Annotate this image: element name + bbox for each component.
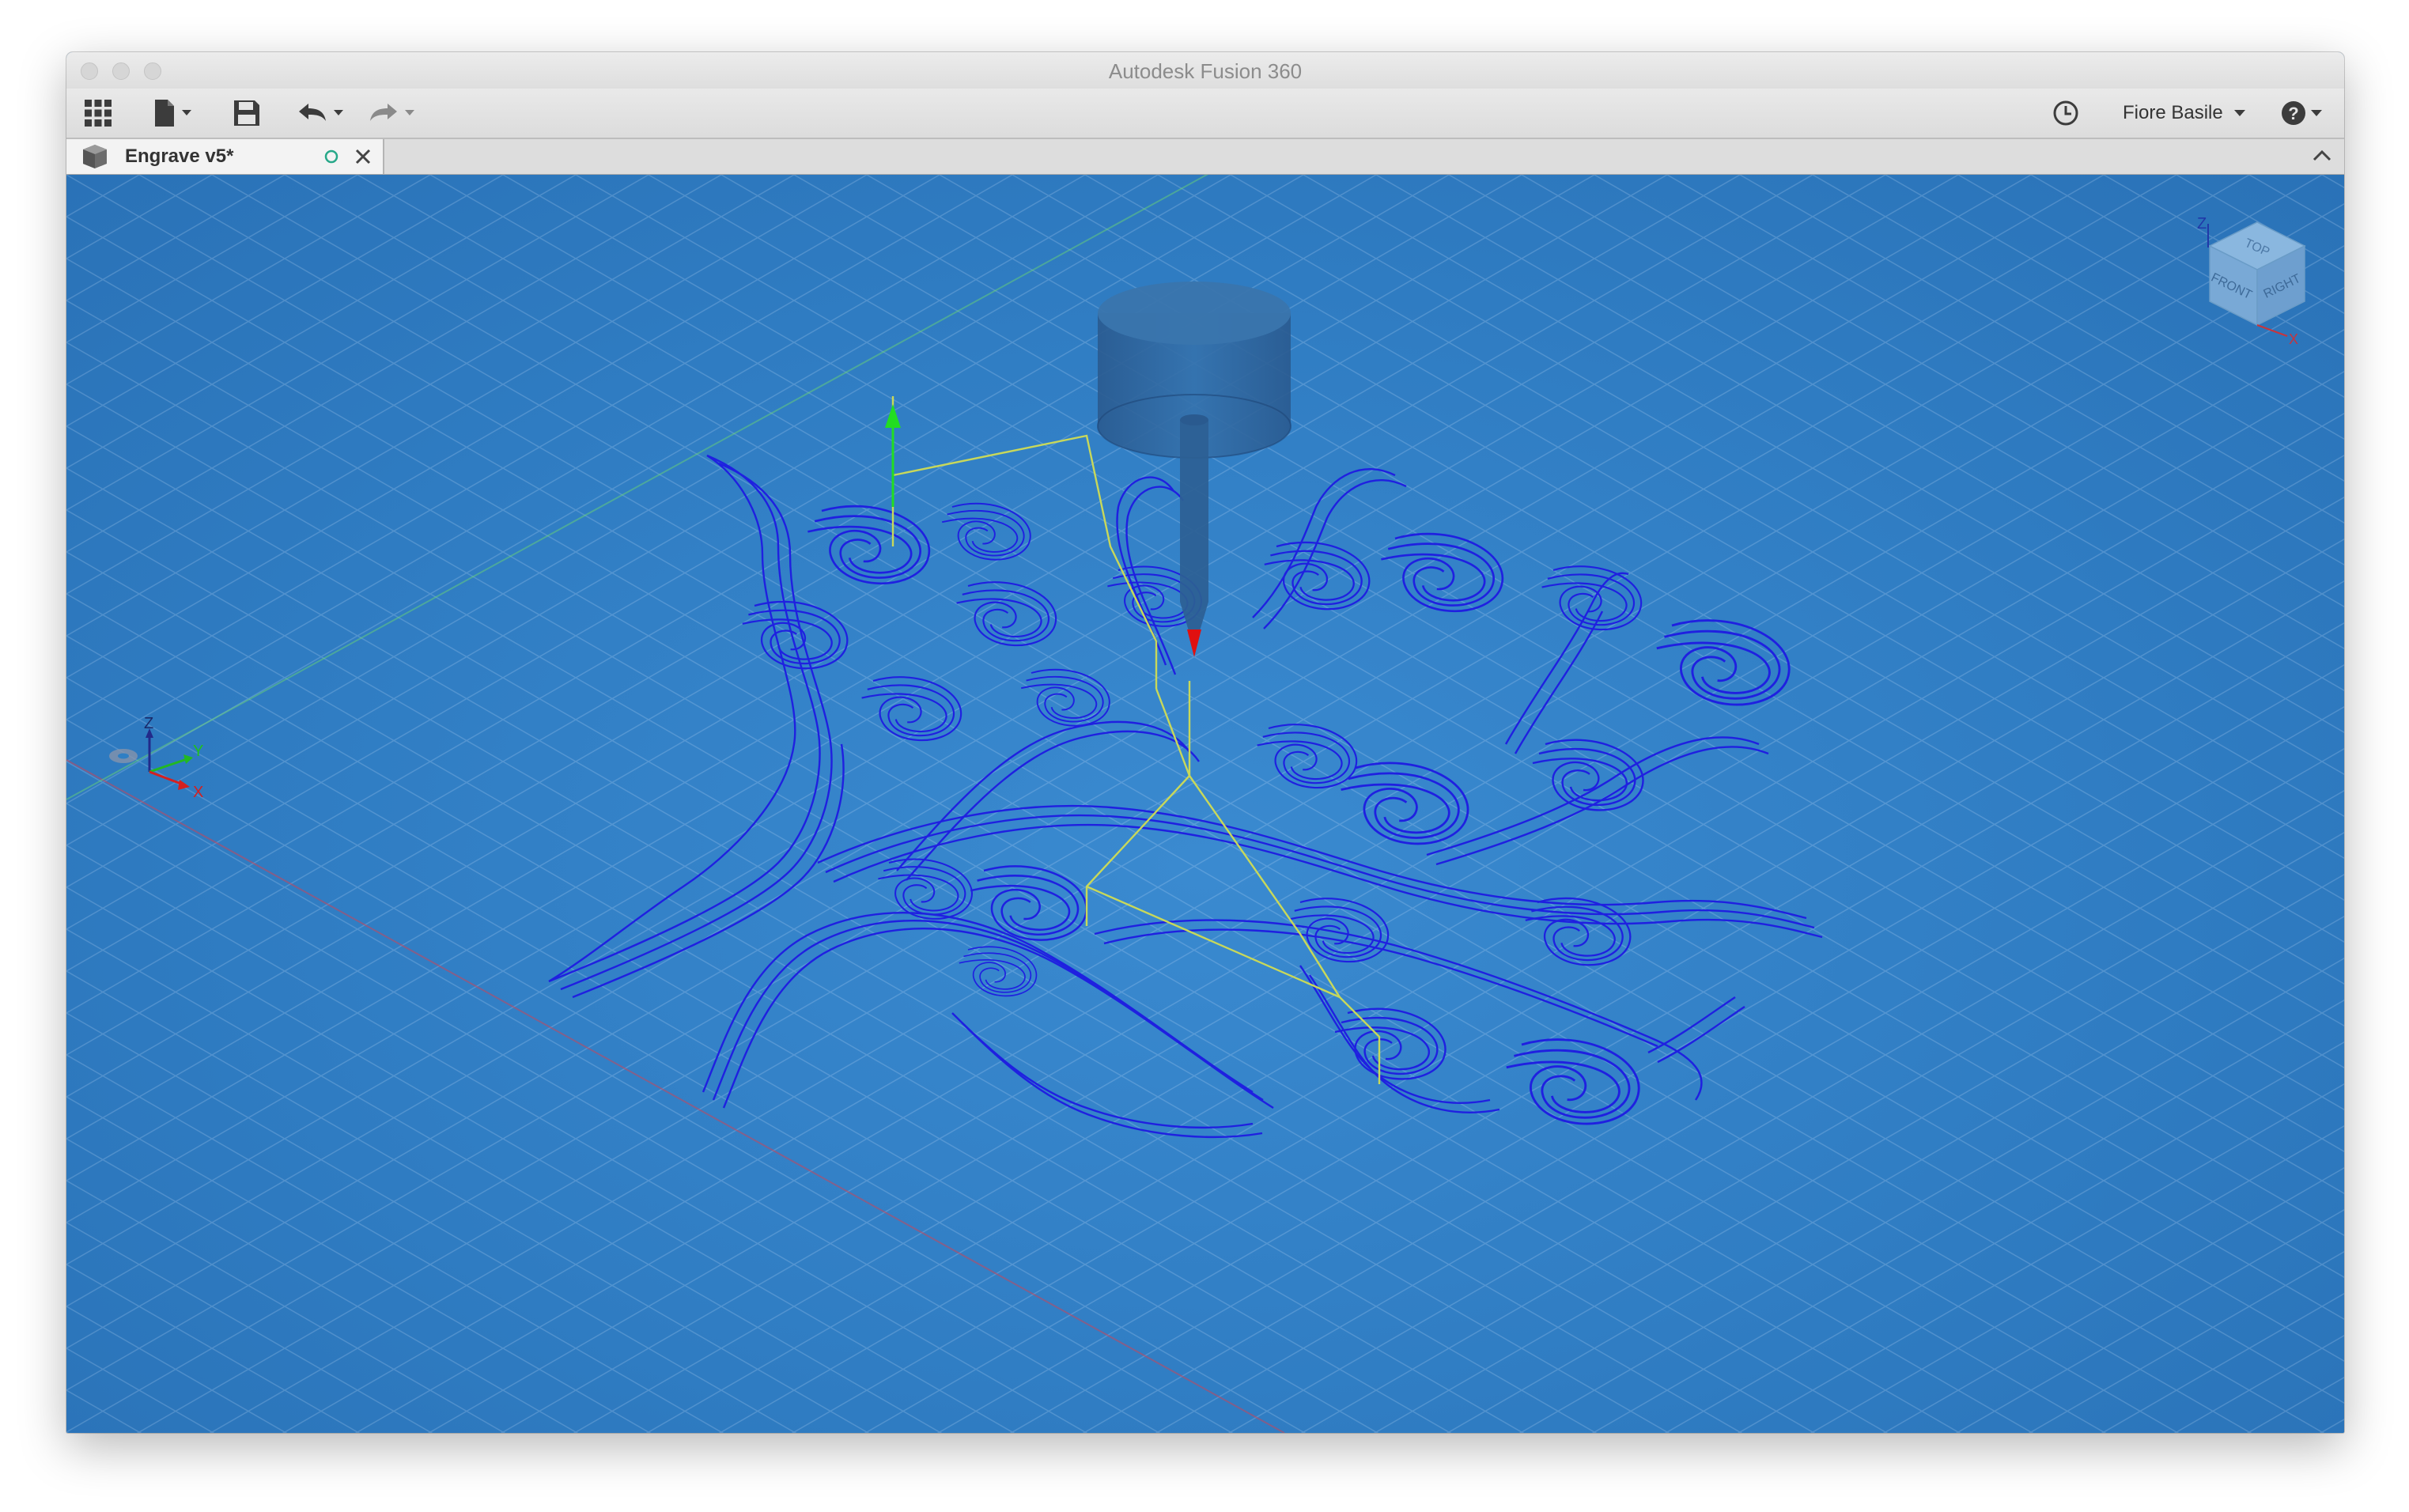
user-account-menu[interactable]: Fiore Basile: [2123, 96, 2252, 130]
chevron-down-icon: [2233, 110, 2245, 116]
design-cube-icon: [83, 145, 107, 168]
tab-engrave-v5[interactable]: Engrave v5*: [66, 139, 384, 174]
data-panel-button[interactable]: [82, 96, 114, 130]
save-icon: [234, 100, 259, 126]
undo-icon: [299, 104, 343, 121]
undo-dropdown-icon: [334, 110, 343, 115]
file-menu-button[interactable]: [150, 96, 201, 130]
job-status-button[interactable]: [2050, 96, 2082, 130]
save-button[interactable]: [231, 96, 263, 130]
dropdown-arrow-icon: [182, 110, 191, 115]
toolbar: Fiore Basile ?: [66, 89, 2344, 139]
document-tab-bar: Engrave v5*: [66, 139, 2344, 175]
redo-dropdown-icon: [405, 110, 414, 115]
clock-icon: [2053, 100, 2078, 126]
redo-button[interactable]: [367, 96, 422, 130]
redo-icon: [370, 104, 414, 121]
title-bar: Autodesk Fusion 360: [66, 52, 2344, 89]
triad-x-label: X: [193, 784, 203, 801]
file-icon: [155, 100, 191, 127]
window-title: Autodesk Fusion 360: [1108, 59, 1303, 83]
view-cube-x-label: X: [2289, 331, 2298, 347]
graphics-viewport[interactable]: Z Y X TOP FRONT RIGHT Z X: [66, 175, 2344, 1433]
svg-text:?: ?: [2288, 104, 2298, 123]
tab-label: Engrave v5*: [125, 146, 234, 167]
triad-y-label: Y: [193, 743, 203, 760]
view-cube-z-label: Z: [2197, 215, 2207, 232]
viewport-canvas[interactable]: Z Y X TOP FRONT RIGHT Z X: [66, 175, 2344, 1433]
unsaved-indicator-icon: [324, 149, 338, 164]
app-window: Autodesk Fusion 360 Fiore Basile ? Engra…: [66, 52, 2344, 1433]
undo-button[interactable]: [296, 96, 351, 130]
user-name: Fiore Basile: [2123, 102, 2223, 123]
close-tab-icon[interactable]: [353, 146, 373, 167]
help-icon: ?: [2282, 101, 2322, 125]
triad-z-label: Z: [144, 715, 153, 732]
collapse-tabs-icon[interactable]: [2309, 144, 2335, 169]
grid-icon: [85, 100, 112, 127]
help-menu-button[interactable]: ?: [2278, 96, 2333, 130]
